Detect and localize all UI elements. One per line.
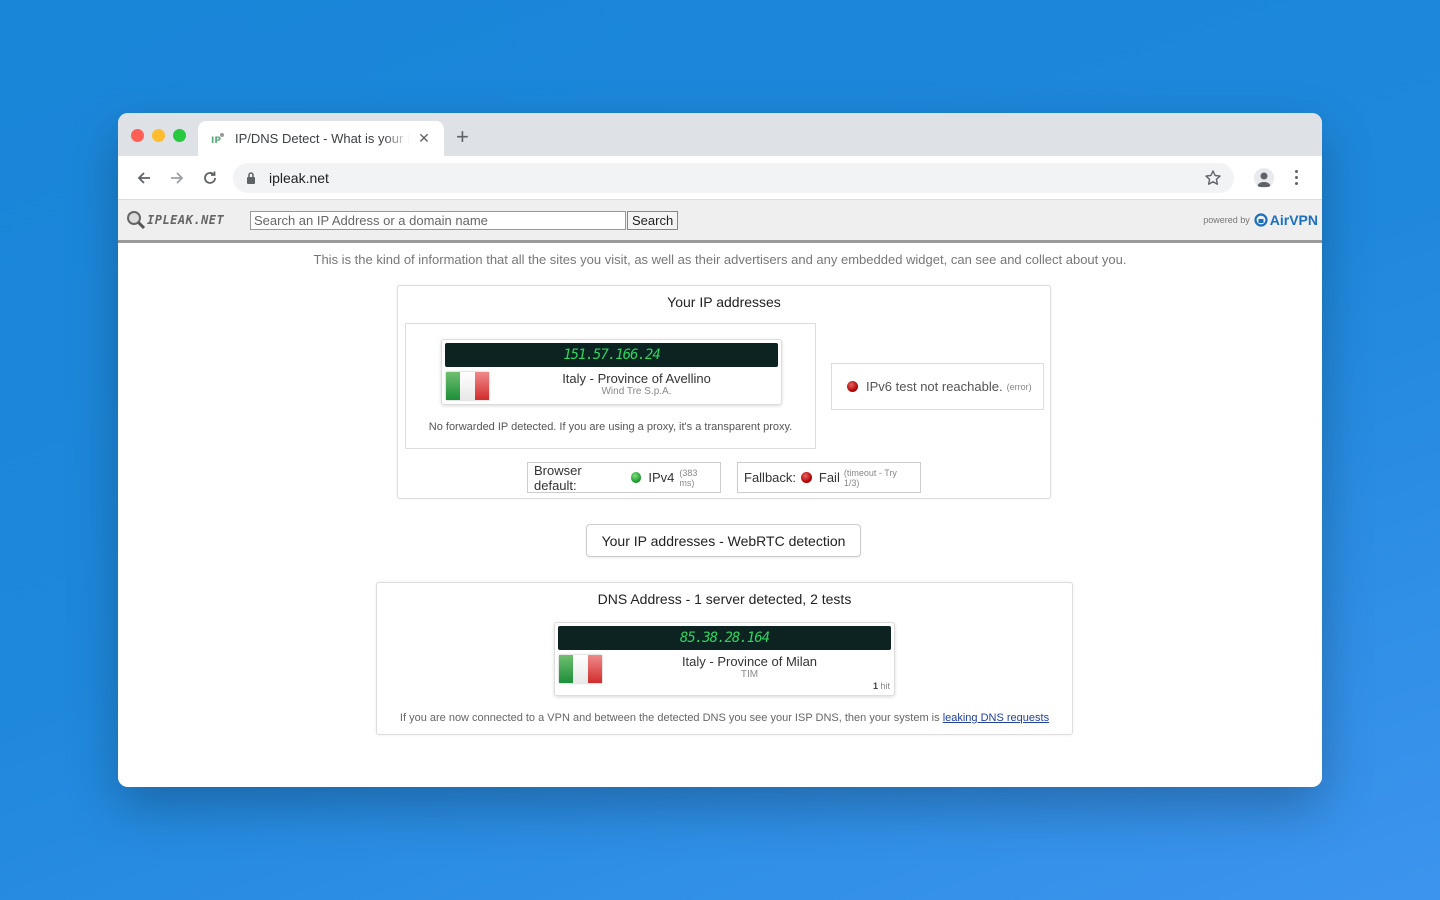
dns-hit-count: 1 hit — [873, 681, 890, 691]
dns-server-location: Italy - Province of Milan — [681, 654, 818, 669]
dns-hit-number: 1 — [872, 681, 878, 691]
profile-button[interactable] — [1248, 162, 1280, 194]
window-controls — [131, 129, 186, 142]
browser-default-status-dot — [630, 472, 642, 483]
site-logo[interactable]: IPLEAK.NET — [126, 210, 250, 230]
dns-hit-label: hit — [880, 681, 890, 691]
forwarded-ip-note: No forwarded IP detected. If you are usi… — [428, 421, 793, 433]
airvpn-logo[interactable]: AirVPN — [1254, 212, 1318, 228]
powered-by-label: powered by — [1203, 215, 1250, 225]
ipv6-text: IPv6 test not reachable. — [866, 379, 1003, 394]
new-tab-button[interactable]: + — [456, 126, 469, 148]
site-favicon-icon: IP — [210, 131, 226, 147]
browser-default-label: Browser default: — [534, 462, 582, 493]
browser-default-pill: Browser default: IPv4 (383 ms) — [527, 462, 721, 493]
reload-button[interactable] — [194, 162, 226, 194]
site-header: IPLEAK.NET Search powered by AirVPN — [118, 200, 1322, 243]
maximize-window-button[interactable] — [173, 129, 186, 142]
ipv4-address[interactable]: 151.57.166.24 — [445, 343, 778, 367]
dns-leak-note: If you are now connected to a VPN and be… — [377, 712, 1072, 724]
browser-default-detail: (383 ms) — [679, 467, 698, 488]
ipv4-location: Italy - Province of Avellino — [562, 371, 711, 386]
avatar-icon — [1254, 167, 1274, 188]
page-content: This is the kind of information that all… — [118, 243, 1322, 784]
dns-panel: DNS Address - 1 server detected, 2 tests… — [376, 582, 1073, 735]
tab-strip: IP IP/DNS Detect - What is your IP ✕ + — [118, 113, 1322, 156]
tab-title: IP/DNS Detect - What is your IP — [235, 131, 410, 146]
italy-flag-icon — [559, 655, 602, 683]
back-button[interactable] — [128, 162, 160, 194]
ipv4-card: 151.57.166.24 Italy - Province of Avelli… — [441, 339, 782, 405]
dns-leak-link[interactable]: leaking DNS requests — [943, 712, 1049, 724]
bookmark-star-icon[interactable] — [1204, 169, 1222, 187]
webrtc-detection-button[interactable]: Your IP addresses - WebRTC detection — [586, 524, 861, 557]
browser-menu-icon[interactable] — [1280, 162, 1312, 194]
ip-addresses-panel: Your IP addresses 151.57.166.24 Italy - … — [397, 285, 1051, 499]
dns-server-card: 85.38.28.164 Italy - Province of Milan T… — [554, 622, 895, 696]
browser-toolbar: ipleak.net — [118, 156, 1322, 200]
fallback-value: Fail — [818, 470, 840, 485]
minimize-window-button[interactable] — [152, 129, 165, 142]
fallback-pill: Fallback: Fail (timeout - Try 1/3) — [737, 462, 921, 493]
forward-arrow-icon — [171, 171, 184, 184]
dns-panel-title: DNS Address - 1 server detected, 2 tests — [597, 591, 852, 607]
back-arrow-icon — [137, 171, 150, 184]
browser-window: IP IP/DNS Detect - What is your IP ✕ + i… — [118, 113, 1322, 787]
dns-note-text: If you are now connected to a VPN and be… — [399, 712, 940, 724]
magnifier-logo-icon — [127, 211, 146, 230]
lock-icon — [245, 171, 259, 185]
airvpn-icon — [1254, 213, 1268, 227]
dns-server-isp: TIM — [740, 669, 759, 680]
fallback-detail: (timeout - Try 1/3) — [843, 467, 897, 488]
svg-text:IP: IP — [211, 136, 221, 146]
browser-default-value: IPv4 — [648, 470, 675, 485]
ipv4-box: 151.57.166.24 Italy - Province of Avelli… — [405, 323, 816, 449]
dns-server-address[interactable]: 85.38.28.164 — [558, 626, 891, 650]
fallback-label: Fallback: — [744, 470, 797, 485]
italy-flag-icon — [446, 372, 489, 400]
airvpn-text: AirVPN — [1269, 212, 1318, 228]
close-window-button[interactable] — [131, 129, 144, 142]
ipv6-box: IPv6 test not reachable. (error) — [831, 363, 1044, 410]
active-tab[interactable]: IP IP/DNS Detect - What is your IP ✕ — [198, 121, 444, 156]
reload-icon — [204, 171, 216, 184]
forward-button[interactable] — [161, 162, 193, 194]
search-button[interactable]: Search — [627, 210, 679, 230]
ipv4-isp: Wind Tre S.p.A. — [601, 386, 672, 397]
ipv6-detail: (error) — [1006, 381, 1032, 392]
logo-text: IPLEAK.NET — [147, 213, 225, 227]
fallback-status-dot — [801, 472, 812, 483]
address-bar[interactable]: ipleak.net — [233, 162, 1234, 193]
ip-panel-title: Your IP addresses — [667, 294, 781, 310]
sponsor-area[interactable]: powered by AirVPN — [1203, 212, 1318, 228]
url-text: ipleak.net — [269, 169, 329, 186]
tab-close-icon[interactable]: ✕ — [416, 130, 432, 147]
intro-text: This is the kind of information that all… — [313, 252, 1127, 267]
ip-search-input[interactable] — [250, 210, 626, 230]
ipv6-status-dot — [847, 381, 858, 392]
